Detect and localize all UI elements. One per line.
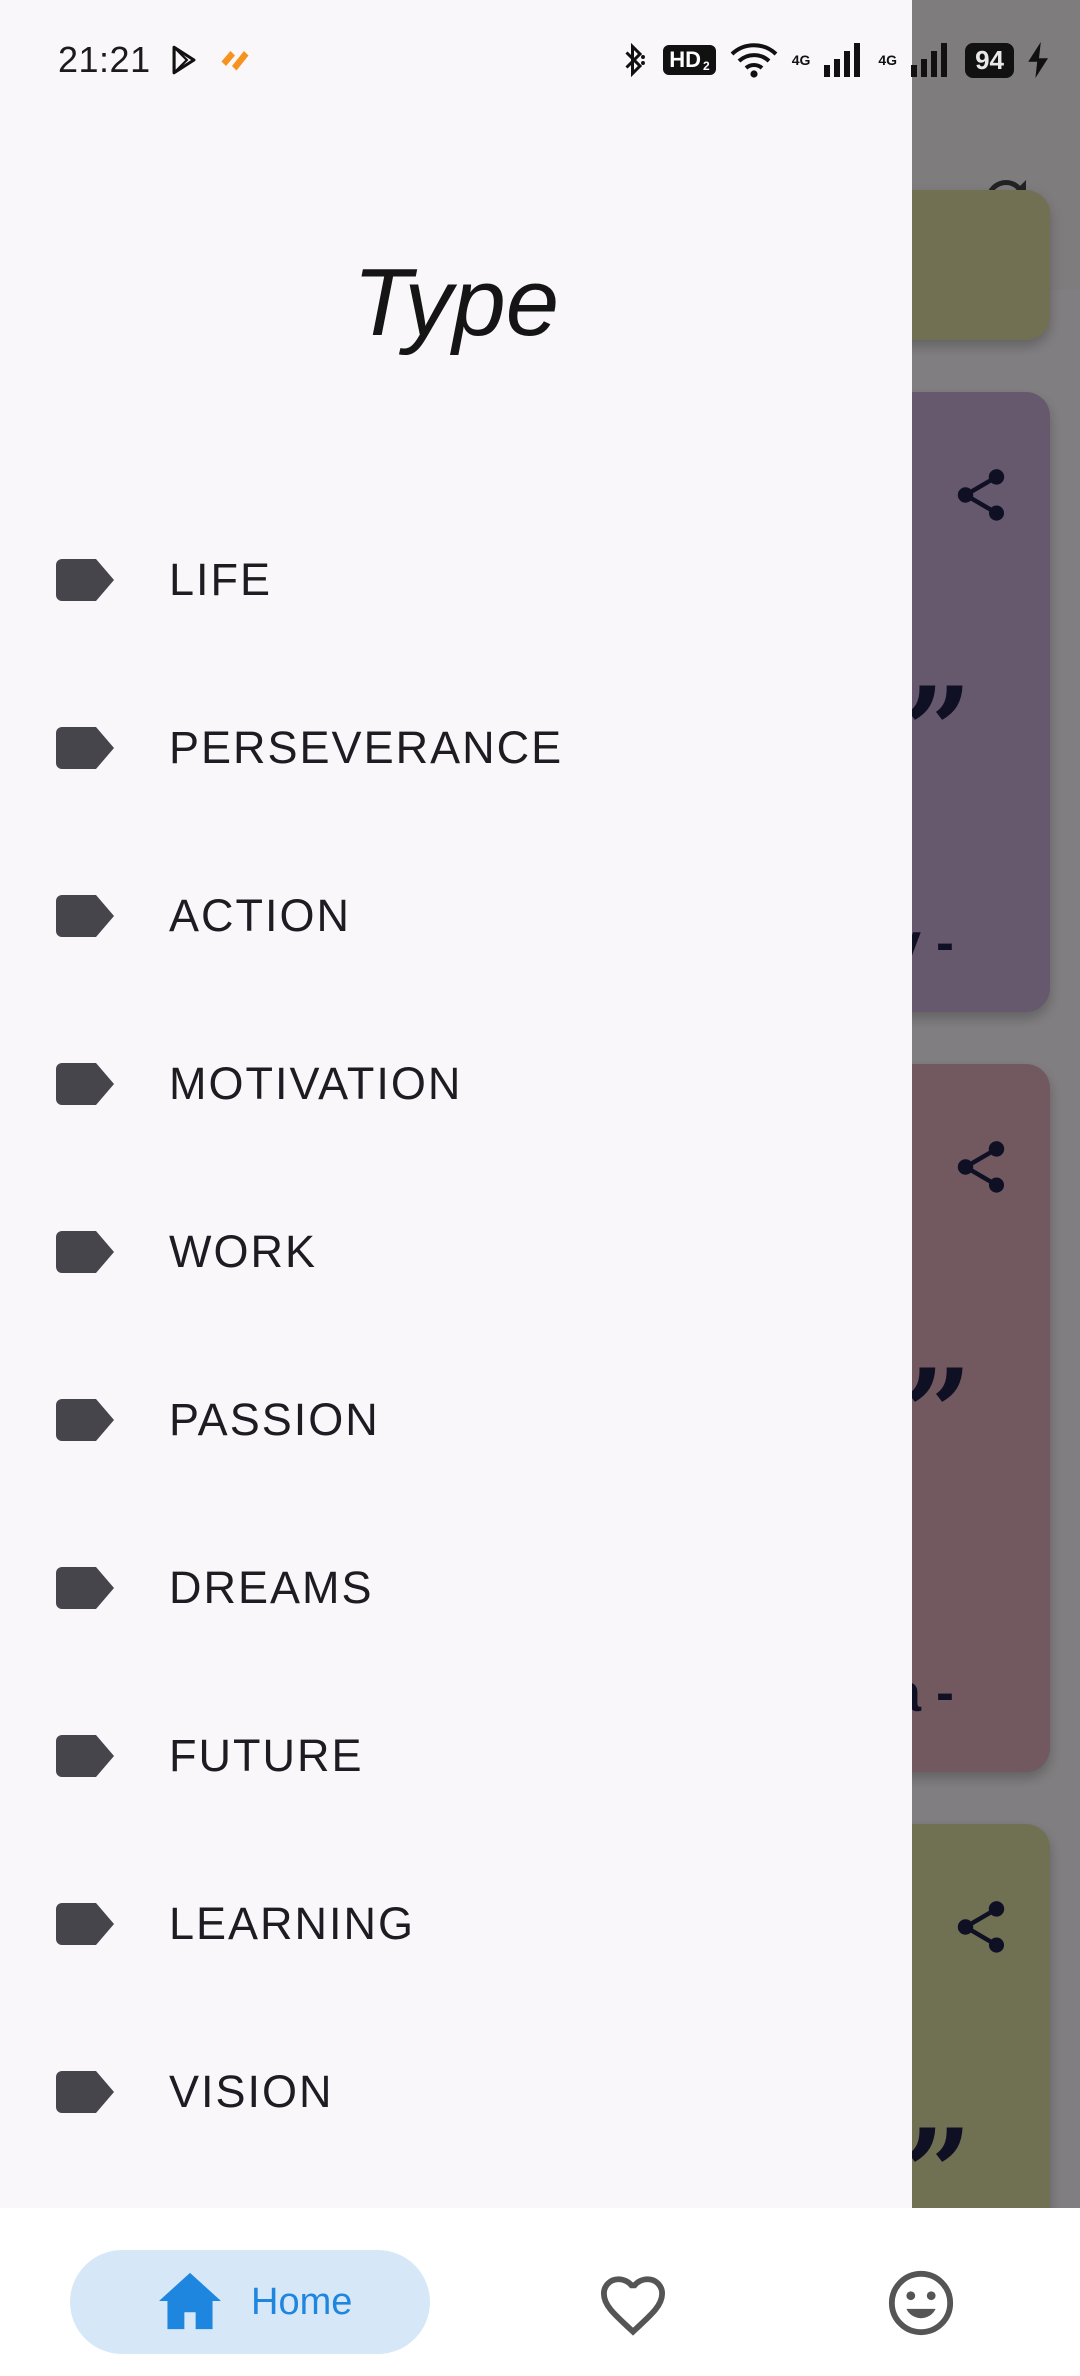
label-tag-icon [56,1735,114,1777]
drawer-item-motivation[interactable]: MOTIVATION [0,1000,912,1168]
drawer-item-label: LIFE [169,554,273,605]
network-type-1: 4G [791,52,811,68]
drawer-item-label: PASSION [169,1394,380,1445]
drawer-item-label: FUTURE [169,1730,364,1781]
smiley-icon[interactable] [886,2268,956,2338]
status-time: 21:21 [58,39,151,80]
nav-home-button[interactable]: Home [70,2250,430,2354]
drawer-item-action[interactable]: ACTION [0,832,912,1000]
app-notification-icon [221,51,249,71]
label-tag-icon [56,2071,114,2113]
wifi-icon [730,43,778,78]
drawer-item-perseverance[interactable]: PERSEVERANCE [0,664,912,832]
label-tag-icon [56,1231,114,1273]
play-store-icon [172,45,196,75]
drawer-item-label: MOTIVATION [169,1058,463,1109]
label-tag-icon [56,1567,114,1609]
heart-icon[interactable] [598,2272,668,2336]
drawer-item-label: WORK [169,1226,317,1277]
drawer-item-dreams[interactable]: DREAMS [0,1504,912,1672]
label-tag-icon [56,559,114,601]
charging-icon [1028,42,1048,78]
home-icon [159,2272,221,2330]
bluetooth-icon [625,42,646,78]
status-bar: 21:21 HD 2 4G 4G 94 [0,0,1080,120]
drawer-item-future[interactable]: FUTURE [0,1672,912,1840]
drawer-item-work[interactable]: WORK [0,1168,912,1336]
battery-level: 94 [965,42,1014,78]
drawer-item-label: LEARNING [169,1898,416,1949]
label-tag-icon [56,727,114,769]
label-tag-icon [56,895,114,937]
drawer-item-label: VISION [169,2066,334,2117]
navigation-drawer: Type LIFE PERSEVERANCE ACTION MOTIVATION WOR… [0,0,912,2208]
drawer-item-label: ACTION [169,890,352,941]
signal-icon [911,43,948,77]
hd-voice-badge: HD 2 [663,45,716,75]
drawer-item-passion[interactable]: PASSION [0,1336,912,1504]
drawer-title: Type [352,249,560,356]
nav-home-label: Home [251,2280,353,2323]
network-type-2: 4G [878,52,898,68]
label-tag-icon [56,1399,114,1441]
signal-icon [824,43,861,77]
drawer-item-label: DREAMS [169,1562,374,1613]
label-tag-icon [56,1063,114,1105]
drawer-item-vision[interactable]: VISION [0,2008,912,2176]
drawer-item-life[interactable]: LIFE [0,496,912,664]
drawer-item-label: PERSEVERANCE [169,722,564,773]
drawer-item-learning[interactable]: LEARNING [0,1840,912,2008]
label-tag-icon [56,1903,114,1945]
